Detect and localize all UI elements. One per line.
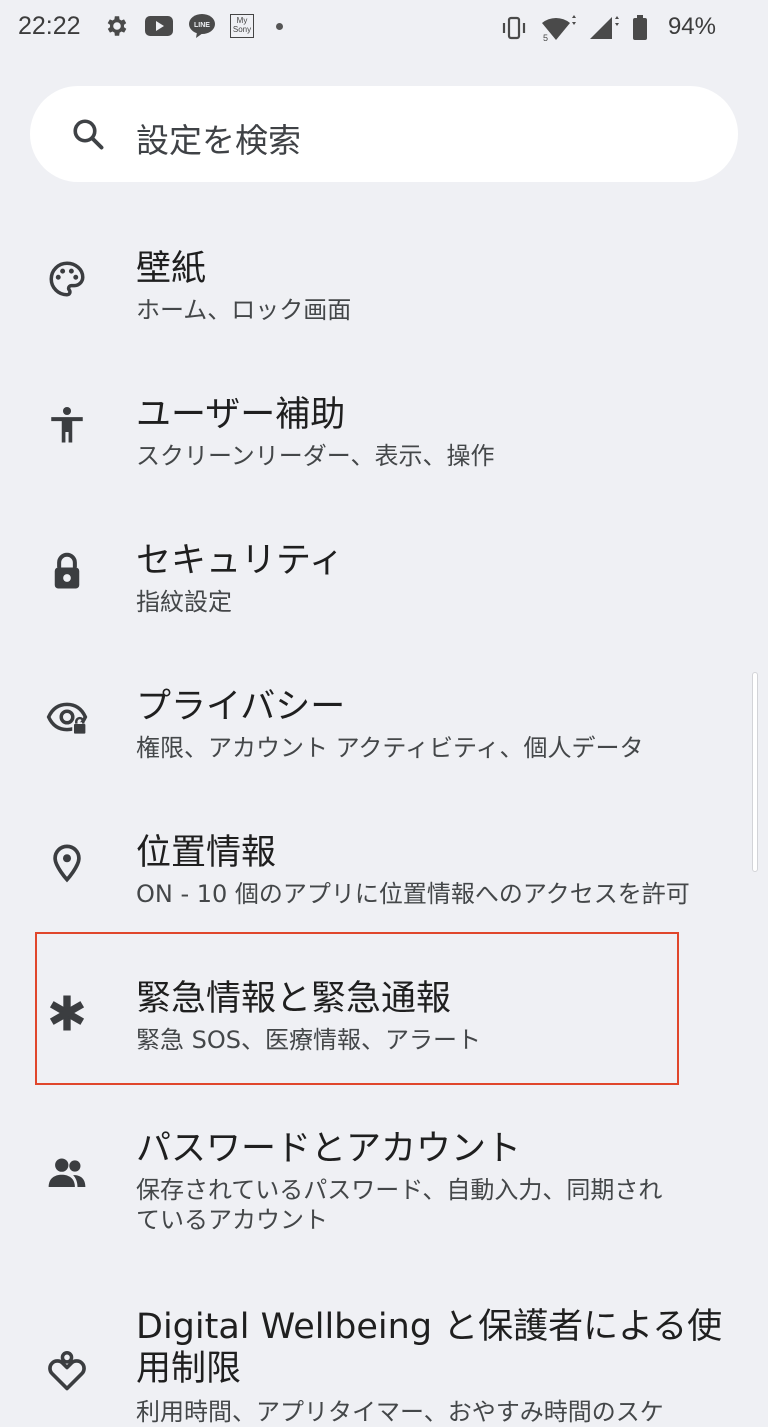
highlight-box	[35, 932, 679, 1085]
vibrate-icon	[502, 16, 526, 40]
item-title: パスワードとアカウント	[136, 1129, 522, 1169]
settings-item-privacy[interactable]: プライバシー 権限、アカウント アクティビティ、個人データ	[0, 670, 768, 790]
settings-item-wallpaper[interactable]: 壁紙 ホーム、ロック画面	[0, 232, 768, 352]
notification-icons: LINE My Sony	[104, 13, 283, 39]
scrollbar[interactable]	[752, 672, 758, 872]
svg-text:LINE: LINE	[194, 22, 210, 29]
line-icon: LINE	[189, 14, 215, 38]
item-subtitle: 権限、アカウント アクティビティ、個人データ	[136, 734, 644, 762]
item-subtitle: ON - 10 個のアプリに位置情報へのアクセスを許可	[136, 880, 690, 908]
item-subtitle-line2: ているアカウント	[136, 1206, 328, 1234]
system-icons: 5	[500, 14, 648, 42]
status-time: 22:22	[18, 12, 81, 40]
item-subtitle: スクリーンリーダー、表示、操作	[136, 442, 495, 470]
item-title-line2: 用制限	[136, 1349, 242, 1389]
item-title: 壁紙	[136, 249, 207, 289]
settings-item-digital-wellbeing[interactable]: Digital Wellbeing と保護者による使 用制限 利用時間、アプリタ…	[0, 1294, 768, 1426]
item-title: プライバシー	[136, 687, 346, 727]
battery-percent: 94%	[667, 13, 716, 40]
palette-icon	[49, 261, 85, 297]
settings-item-location[interactable]: 位置情報 ON - 10 個のアプリに位置情報へのアクセスを許可	[0, 816, 768, 936]
lock-icon	[54, 552, 80, 589]
search-icon	[73, 119, 104, 150]
item-title: 位置情報	[136, 833, 277, 873]
item-subtitle: ホーム、ロック画面	[136, 296, 352, 324]
location-pin-icon	[53, 844, 81, 883]
gear-icon	[107, 16, 127, 36]
privacy-eye-icon	[46, 702, 88, 736]
status-bar: 22:22 LINE My Sony 5 94%	[0, 0, 768, 58]
item-subtitle: 利用時間、アプリタイマー、おやすみ時間のスケ	[136, 1398, 664, 1426]
settings-item-accessibility[interactable]: ユーザー補助 スクリーンリーダー、表示、操作	[0, 378, 768, 498]
wellbeing-icon	[48, 1351, 86, 1391]
signal-icon	[590, 16, 619, 39]
item-subtitle: 指紋設定	[136, 588, 232, 616]
item-title: セキュリティ	[136, 541, 344, 581]
my-sony-icon: My Sony	[230, 14, 254, 38]
wifi-icon: 5	[542, 15, 576, 42]
youtube-icon	[145, 16, 173, 36]
search-bar[interactable]: 設定を検索	[30, 86, 738, 182]
accessibility-icon	[51, 406, 83, 443]
svg-text:5: 5	[543, 33, 548, 42]
item-title: ユーザー補助	[136, 395, 346, 435]
dot-icon	[276, 22, 283, 30]
search-input[interactable]: 設定を検索	[136, 114, 301, 162]
settings-item-security[interactable]: セキュリティ 指紋設定	[0, 524, 768, 644]
settings-item-passwords-accounts[interactable]: パスワードとアカウント 保存されているパスワード、自動入力、同期され ているアカ…	[0, 1108, 768, 1258]
battery-icon	[633, 15, 647, 40]
people-icon	[48, 1158, 86, 1187]
